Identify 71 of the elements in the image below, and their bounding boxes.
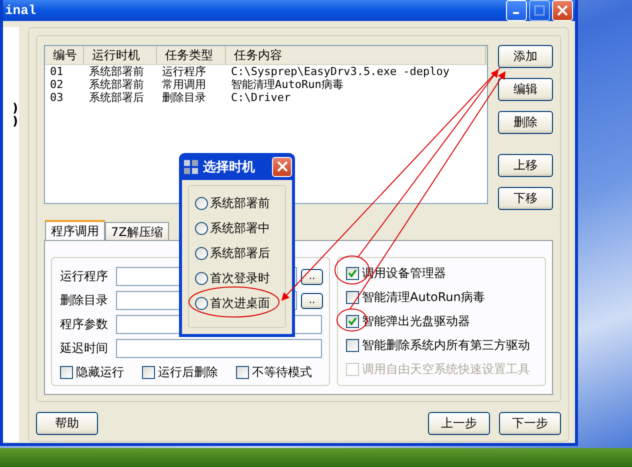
browse-button[interactable]: ..	[301, 268, 323, 284]
table-cell-text: 系统部署前	[88, 65, 145, 78]
table-cell-text: 03	[49, 91, 64, 104]
table-cell-text: C:\Sysprep\EasyDrv3.5.exe -deploy	[230, 65, 451, 78]
nav-button[interactable]: 上一步	[428, 412, 490, 435]
table-cell-text: 删除目录	[161, 91, 207, 104]
table-cell-text: 系统部署后	[88, 91, 145, 104]
side-button[interactable]: 编辑	[498, 78, 553, 101]
table-cell-text: 02	[49, 78, 64, 91]
radio-button[interactable]	[195, 297, 208, 310]
checkbox-label: 智能清理AutoRun病毒	[362, 289, 485, 306]
checkbox[interactable]	[236, 366, 249, 379]
table-cell-text: 常用调用	[161, 78, 207, 91]
task-row[interactable]: 03 系统部署后 删除目录 C:\Driver	[45, 91, 487, 104]
radio-button[interactable]	[195, 222, 208, 235]
checkbox[interactable]	[142, 366, 155, 379]
panel-text: )	[12, 102, 18, 115]
window-title: inal	[5, 3, 38, 18]
maximize-icon	[534, 5, 545, 16]
close-button[interactable]	[272, 156, 292, 176]
table-cell-text: 01	[49, 65, 64, 78]
nav-button[interactable]: 下一步	[499, 412, 561, 435]
checkbox-label: 智能删除系统内所有第三方驱动	[362, 337, 530, 354]
checkbox[interactable]	[346, 291, 359, 304]
side-button[interactable]: 删除	[498, 111, 553, 134]
side-button[interactable]: 添加	[498, 45, 553, 68]
close-icon	[557, 5, 568, 16]
radio-button[interactable]	[195, 197, 208, 210]
table-cell-text: 运行程序	[161, 65, 207, 78]
checkbox[interactable]	[346, 339, 359, 352]
column-header[interactable]: 运行时机	[84, 46, 157, 64]
table-cell-text: 智能清理AutoRun病毒	[230, 78, 344, 91]
field-label: 延迟时间	[60, 340, 109, 357]
radio-label: 系统部署前	[210, 195, 270, 212]
table-cell-text: 系统部署前	[88, 78, 145, 91]
close-icon	[276, 161, 288, 172]
side-button[interactable]: 上移	[498, 154, 553, 177]
help-button[interactable]: 帮助	[36, 412, 98, 435]
column-header[interactable]: 编号	[45, 46, 84, 64]
tab[interactable]: 7Z解压缩	[105, 222, 169, 240]
tab[interactable]: 程序调用	[45, 220, 105, 240]
app-icon	[183, 158, 199, 174]
checkbox-label: 运行后删除	[158, 364, 218, 381]
browse-button[interactable]: ..	[301, 292, 323, 308]
checkbox[interactable]	[346, 315, 359, 328]
field-label: 程序参数	[60, 316, 109, 333]
field-label: 运行程序	[60, 268, 109, 285]
minimize-button[interactable]	[506, 0, 527, 21]
panel-text: )	[12, 115, 18, 128]
task-row[interactable]: 01 系统部署前 运行程序 C:\Sysprep\EasyDrv3.5.exe -deploy	[45, 65, 487, 78]
field-label: 删除目录	[60, 292, 109, 309]
radio-label: 系统部署后	[210, 245, 270, 262]
checkbox-label: 不等待模式	[252, 364, 312, 381]
column-header[interactable]: 任务类型	[157, 46, 226, 64]
table-cell-text: C:\Driver	[230, 91, 292, 104]
radio-button[interactable]	[195, 247, 208, 260]
dialog-title: 选择时机	[203, 158, 256, 176]
checkbox-label: 调用自由天空系统快速设置工具	[362, 361, 530, 378]
radio-label: 首次进桌面	[210, 295, 270, 312]
radio-label: 首次登录时	[210, 270, 270, 287]
checkbox[interactable]	[60, 366, 73, 379]
maximize-button[interactable]	[529, 0, 550, 21]
side-button[interactable]: 下移	[498, 187, 553, 210]
column-header[interactable]: 任务内容	[226, 46, 486, 64]
close-button[interactable]	[552, 0, 573, 21]
input-field[interactable]	[116, 339, 322, 358]
radio-label: 系统部署中	[210, 220, 270, 237]
checkbox-label: 隐藏运行	[76, 364, 124, 381]
checkbox[interactable]	[346, 267, 359, 280]
radio-button[interactable]	[195, 272, 208, 285]
task-row[interactable]: 02 系统部署前 常用调用 智能清理AutoRun病毒	[45, 78, 487, 91]
